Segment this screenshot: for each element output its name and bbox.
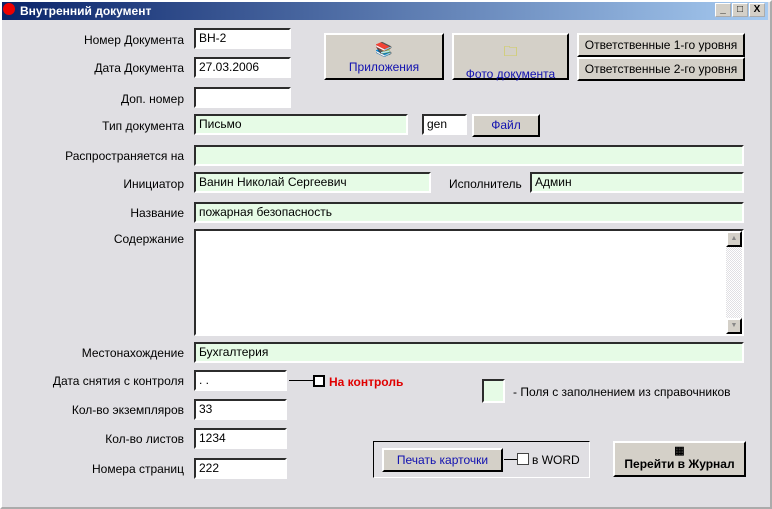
label-date: Дата Документа — [94, 61, 184, 75]
photo-button[interactable]: 🗀 Фото документа — [452, 33, 569, 81]
control-checkbox[interactable] — [313, 375, 325, 387]
control-checkbox-label: На контроль — [329, 375, 404, 389]
label-copies: Кол-во экземпляров — [71, 403, 184, 417]
connector-line — [504, 459, 517, 460]
pages-field[interactable]: 222 — [194, 458, 287, 479]
label-content: Содержание — [113, 232, 184, 246]
label-pages: Номера страниц — [92, 462, 184, 476]
distributed-field[interactable] — [194, 145, 744, 166]
sheets-field[interactable]: 1234 — [194, 428, 287, 449]
label-distributed: Распространяется на — [65, 149, 184, 163]
name-field[interactable]: пожарная безопасность — [194, 202, 744, 223]
word-checkbox-label: в WORD — [532, 453, 580, 467]
table-icon: ▦ — [674, 445, 685, 457]
scrollbar[interactable]: ▲ ▼ — [726, 231, 742, 334]
connector-line — [289, 380, 313, 381]
responsible-level1-button[interactable]: Ответственные 1-го уровня — [577, 33, 745, 57]
maximize-button[interactable]: □ — [732, 3, 748, 17]
type-field[interactable]: Письмо — [194, 114, 408, 135]
books-icon: 📚 — [375, 41, 393, 57]
title-bar: Внутренний документ — [2, 2, 768, 20]
type-code-field[interactable]: gen — [422, 114, 467, 135]
content-textarea[interactable]: ▲ ▼ — [194, 229, 744, 336]
attachments-button[interactable]: 📚 Приложения — [324, 33, 444, 80]
scroll-down-arrow-icon[interactable]: ▼ — [726, 318, 742, 334]
label-sheets: Кол-во листов — [105, 432, 184, 446]
word-checkbox[interactable] — [517, 453, 529, 465]
go-to-journal-label: Перейти в Журнал — [624, 457, 735, 471]
close-button[interactable]: X — [749, 3, 765, 17]
executor-field[interactable]: Админ — [530, 172, 744, 193]
window-title: Внутренний документ — [20, 4, 152, 18]
photo-label: Фото документа — [465, 67, 556, 81]
folder-icon: 🗀 — [503, 43, 518, 59]
print-card-button[interactable]: Печать карточки — [382, 448, 503, 472]
label-initiator: Инициатор — [123, 177, 184, 191]
control-date-field[interactable]: . . — [194, 370, 287, 391]
label-number: Номер Документа — [83, 33, 184, 47]
file-button[interactable]: Файл — [472, 114, 540, 137]
initiator-field[interactable]: Ванин Николай Сергеевич — [194, 172, 431, 193]
date-field[interactable]: 27.03.2006 — [194, 57, 291, 78]
attachments-label: Приложения — [348, 60, 420, 74]
label-extra-number: Доп. номер — [121, 92, 184, 106]
legend-swatch — [482, 379, 505, 403]
app-icon — [3, 3, 15, 15]
scroll-up-arrow-icon[interactable]: ▲ — [726, 231, 742, 247]
copies-field[interactable]: 33 — [194, 399, 287, 420]
label-location: Местонахождение — [81, 346, 184, 360]
location-field[interactable]: Бухгалтерия — [194, 342, 744, 363]
label-type: Тип документа — [102, 119, 184, 133]
label-name: Название — [130, 206, 184, 220]
minimize-button[interactable]: _ — [715, 3, 731, 17]
label-control-date: Дата снятия с контроля — [52, 374, 184, 388]
legend-text: - Поля с заполнением из справочников — [513, 385, 731, 399]
number-field[interactable]: ВН-2 — [194, 28, 291, 49]
label-executor: Исполнитель — [449, 177, 522, 191]
extra-number-field[interactable] — [194, 87, 291, 108]
go-to-journal-button[interactable]: ▦ Перейти в Журнал — [613, 441, 746, 477]
responsible-level2-button[interactable]: Ответственные 2-го уровня — [577, 57, 745, 81]
